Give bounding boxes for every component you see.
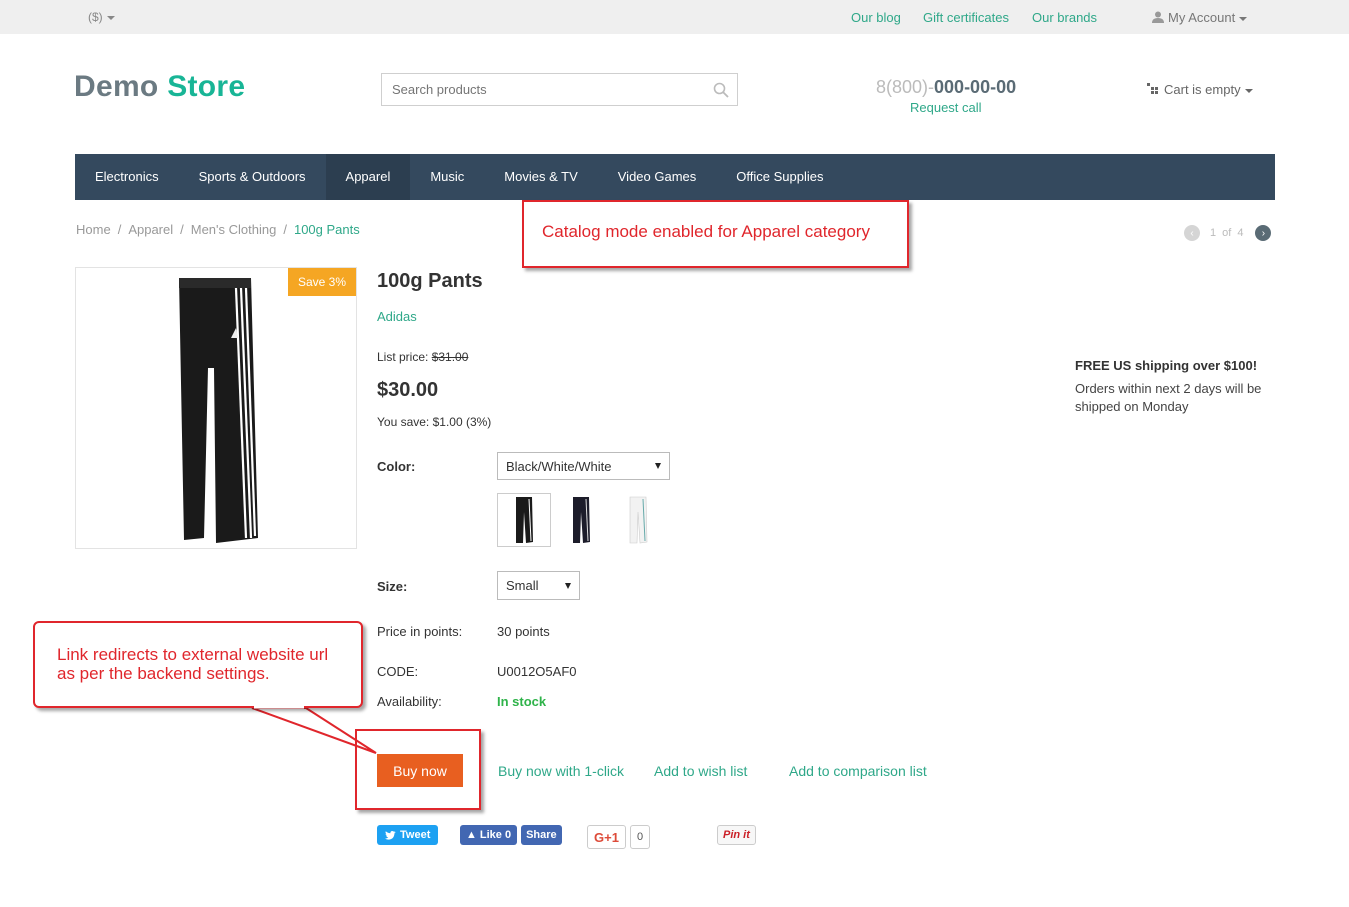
thumbs-up-icon: ▲ <box>466 829 477 841</box>
nav-item-apparel[interactable]: Apparel <box>325 154 411 200</box>
points-label: Price in points: <box>377 624 463 639</box>
size-label: Size: <box>377 579 408 594</box>
tweet-button[interactable]: Tweet <box>377 825 439 845</box>
pants-image <box>179 278 258 543</box>
buy-now-button[interactable]: Buy now <box>377 754 463 787</box>
size-select-value: Small <box>506 578 539 593</box>
user-icon <box>1152 11 1164 23</box>
color-swatch-black-white[interactable] <box>497 493 551 547</box>
facebook-buttons: ▲ Like 0 Share <box>460 825 562 845</box>
phone-main: 000-00-00 <box>934 77 1017 97</box>
shipping-info: FREE US shipping over $100! Orders withi… <box>1075 357 1285 416</box>
cart-label: Cart is empty <box>1164 82 1241 97</box>
shipping-heading: FREE US shipping over $100! <box>1075 358 1258 373</box>
link-redirect-annotation: Link redirects to external website url a… <box>33 621 363 708</box>
add-to-comparison-link[interactable]: Add to comparison list <box>789 763 927 779</box>
breadcrumb-apparel[interactable]: Apparel <box>128 222 173 237</box>
our-brands-link[interactable]: Our brands <box>1032 10 1097 25</box>
cart-dropdown[interactable]: Cart is empty <box>1147 82 1253 97</box>
buy-one-click-link[interactable]: Buy now with 1-click <box>498 763 624 779</box>
color-select[interactable]: Black/White/White <box>497 452 670 480</box>
nav-item-music[interactable]: Music <box>410 154 484 200</box>
breadcrumb-current[interactable]: 100g Pants <box>294 222 360 237</box>
color-select-value: Black/White/White <box>506 458 612 474</box>
main-navigation: Electronics Sports & Outdoors Apparel Mu… <box>75 154 1275 200</box>
dropdown-arrow-icon <box>655 463 661 469</box>
availability-value: In stock <box>497 694 547 709</box>
chevron-down-icon <box>106 15 115 20</box>
phone-number: 8(800)-000-00-00 <box>876 77 1016 98</box>
prev-product-icon[interactable]: ‹ <box>1184 225 1200 241</box>
breadcrumb-separator: / <box>117 222 122 237</box>
my-account-label: My Account <box>1168 10 1236 25</box>
code-label: CODE: <box>377 664 419 679</box>
catalog-mode-annotation: Catalog mode enabled for Apparel categor… <box>522 200 909 268</box>
facebook-like-button[interactable]: ▲ Like 0 <box>460 825 518 845</box>
logo-store: Store <box>167 70 246 103</box>
logo[interactable]: Demo Store <box>74 70 245 104</box>
search-input[interactable] <box>382 74 692 105</box>
points-value: 30 points <box>497 624 550 639</box>
my-account-menu[interactable]: My Account <box>1152 10 1248 25</box>
shipping-text: Orders within next 2 days will be shippe… <box>1075 381 1262 414</box>
chevron-down-icon <box>1239 16 1248 21</box>
facebook-share-button[interactable]: Share <box>521 825 562 845</box>
pants-thumbnail <box>516 497 533 543</box>
pants-thumbnail <box>573 497 590 543</box>
nav-item-electronics[interactable]: Electronics <box>75 154 179 200</box>
top-bar: ($) Our blog Gift certificates Our brand… <box>0 0 1349 34</box>
breadcrumb: Home / Apparel / Men's Clothing / 100g Pants <box>76 222 360 237</box>
google-plus-widget: G+1 0 <box>587 825 651 849</box>
you-save: You save: $1.00 (3%) <box>377 415 492 429</box>
color-swatch-navy[interactable] <box>554 493 608 547</box>
like-label: Like 0 <box>479 829 512 841</box>
phone-prefix: 8(800)- <box>876 77 935 97</box>
nav-item-video-games[interactable]: Video Games <box>598 154 717 200</box>
dropdown-arrow-icon <box>565 582 571 589</box>
nav-item-sports-outdoors[interactable]: Sports & Outdoors <box>179 154 326 200</box>
currency-label: ($) <box>88 10 103 24</box>
pinterest-button[interactable]: Pin it <box>717 825 756 845</box>
tweet-label: Tweet <box>400 829 431 841</box>
chevron-down-icon <box>1244 88 1253 93</box>
list-price-label: List price: <box>377 350 429 364</box>
color-swatch-white[interactable] <box>611 493 665 547</box>
product-image[interactable]: Save 3% <box>75 267 357 549</box>
google-plus-button[interactable]: G+1 <box>587 825 626 849</box>
pants-thumbnail <box>629 496 648 544</box>
gift-certificates-link[interactable]: Gift certificates <box>923 10 1009 25</box>
add-to-wishlist-link[interactable]: Add to wish list <box>654 763 747 779</box>
product-brand-link[interactable]: Adidas <box>377 309 417 324</box>
google-plus-count: 0 <box>629 825 651 849</box>
breadcrumb-separator: / <box>180 222 184 237</box>
pager-total: 4 <box>1237 227 1244 239</box>
save-badge: Save 3% <box>287 268 356 296</box>
product-pager: ‹ 1 of 4 › <box>1184 225 1272 241</box>
search-icon[interactable] <box>713 82 729 98</box>
color-label: Color: <box>377 459 416 474</box>
availability-label: Availability: <box>377 694 442 709</box>
breadcrumb-mens-clothing[interactable]: Men's Clothing <box>191 222 277 237</box>
logo-demo: Demo <box>74 70 159 103</box>
pager-of: of <box>1222 227 1232 239</box>
breadcrumb-home[interactable]: Home <box>76 222 111 237</box>
pager-current: 1 <box>1210 227 1217 239</box>
our-blog-link[interactable]: Our blog <box>851 10 901 25</box>
currency-selector[interactable]: ($) <box>88 10 115 24</box>
product-price: $30.00 <box>377 379 439 401</box>
list-price: List price: $31.00 <box>377 350 468 364</box>
nav-item-office-supplies[interactable]: Office Supplies <box>716 154 843 200</box>
size-select[interactable]: Small <box>497 571 580 600</box>
search-box <box>381 73 738 106</box>
breadcrumb-separator: / <box>283 222 287 237</box>
request-call-link[interactable]: Request call <box>910 100 982 115</box>
product-title: 100g Pants <box>377 270 483 292</box>
code-value: U0012O5AF0 <box>497 664 577 679</box>
next-product-icon[interactable]: › <box>1255 225 1272 241</box>
list-price-value: $31.00 <box>431 350 469 364</box>
nav-item-movies-tv[interactable]: Movies & TV <box>484 154 597 200</box>
cart-icon <box>1147 83 1158 94</box>
twitter-icon <box>385 830 396 840</box>
